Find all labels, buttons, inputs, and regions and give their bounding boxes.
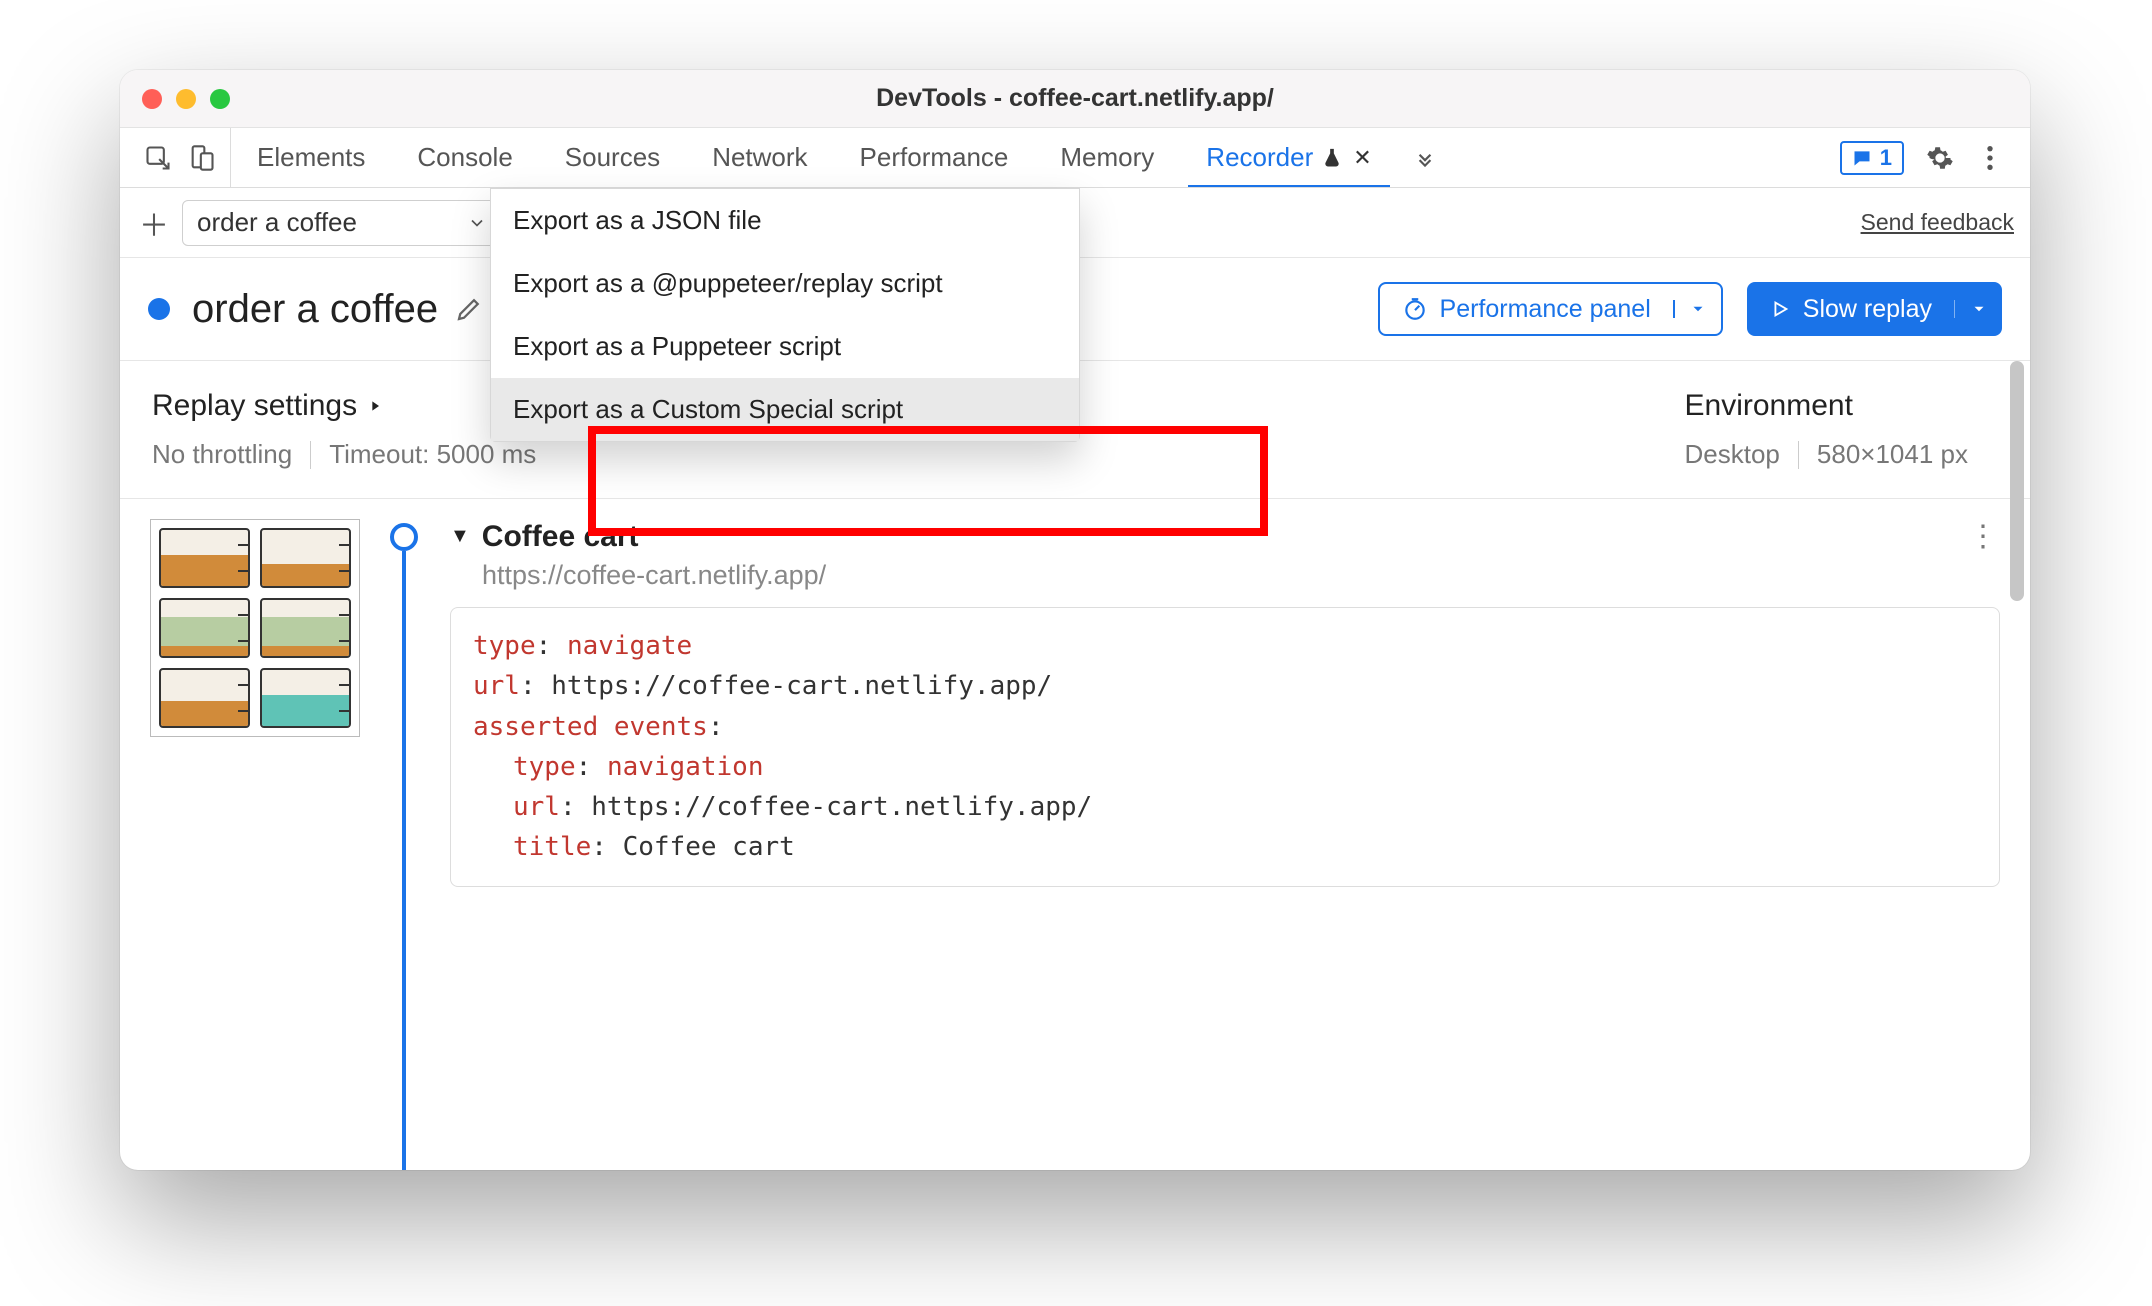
performance-panel-button[interactable]: Performance panel: [1378, 282, 1723, 336]
close-window-button[interactable]: [142, 89, 162, 109]
tab-performance[interactable]: Performance: [834, 128, 1035, 187]
performance-panel-caret[interactable]: [1673, 300, 1721, 318]
zoom-window-button[interactable]: [210, 89, 230, 109]
inspect-tools: [130, 128, 231, 187]
code-key: url: [513, 792, 560, 822]
send-feedback-link[interactable]: Send feedback: [1861, 209, 2014, 236]
minimize-window-button[interactable]: [176, 89, 196, 109]
step-url: https://coffee-cart.netlify.app/: [482, 560, 2000, 591]
edit-title-icon[interactable]: [454, 294, 484, 324]
settings-gear-icon[interactable]: [1926, 144, 1954, 172]
tab-label: Sources: [565, 142, 660, 173]
issues-badge[interactable]: 1: [1840, 141, 1904, 175]
step-disclosure-icon[interactable]: ▼: [450, 525, 470, 548]
export-puppeteer[interactable]: Export as a Puppeteer script: [491, 315, 1079, 378]
traffic-lights: [142, 89, 230, 109]
panel-tabs-row: Elements Console Sources Network Perform…: [120, 128, 2030, 188]
step-timeline: [390, 519, 420, 887]
tab-label: Elements: [257, 142, 365, 173]
slow-replay-caret[interactable]: [1954, 300, 2002, 318]
steps-area: ▼ Coffee cart ⋮ https://coffee-cart.netl…: [120, 499, 2030, 907]
issues-count: 1: [1880, 145, 1892, 171]
recording-status-dot: [148, 298, 170, 320]
inspect-element-icon[interactable]: [144, 144, 172, 172]
device-toolbar-icon[interactable]: [188, 144, 216, 172]
code-val: navigation: [607, 752, 764, 782]
window-title: DevTools - coffee-cart.netlify.app/: [120, 84, 2030, 113]
scrollbar[interactable]: [2010, 361, 2024, 601]
tab-elements[interactable]: Elements: [231, 128, 391, 187]
panel-tabs: Elements Console Sources Network Perform…: [231, 128, 1824, 187]
tab-label: Performance: [860, 142, 1009, 173]
code-key: title: [513, 832, 591, 862]
tab-console[interactable]: Console: [391, 128, 538, 187]
code-val: navigate: [567, 631, 692, 661]
environment-label: Environment: [1685, 389, 1853, 423]
step-menu-icon[interactable]: ⋮: [1968, 519, 2000, 554]
divider: [310, 441, 311, 469]
throttling-value: No throttling: [152, 439, 292, 470]
code-val: Coffee cart: [623, 832, 795, 862]
titlebar: DevTools - coffee-cart.netlify.app/: [120, 70, 2030, 128]
chevron-down-icon: [467, 213, 487, 233]
code-key: url: [473, 671, 520, 701]
code-val: https://coffee-cart.netlify.app/: [551, 671, 1052, 701]
divider: [1798, 441, 1799, 469]
close-tab-icon[interactable]: ✕: [1353, 145, 1371, 171]
export-puppeteer-replay[interactable]: Export as a @puppeteer/replay script: [491, 252, 1079, 315]
tab-label: Memory: [1060, 142, 1154, 173]
step-marker: [390, 523, 418, 551]
device-value: Desktop: [1685, 439, 1780, 470]
recording-picker[interactable]: order a coffee: [182, 200, 502, 246]
screenshot-thumbnail[interactable]: [150, 519, 360, 887]
button-label: Slow replay: [1803, 295, 1932, 324]
tab-sources[interactable]: Sources: [539, 128, 686, 187]
code-key: type: [473, 631, 536, 661]
slow-replay-button[interactable]: Slow replay: [1747, 282, 2002, 336]
tab-label: Network: [712, 142, 807, 173]
button-label: Performance panel: [1440, 295, 1651, 324]
tab-memory[interactable]: Memory: [1034, 128, 1180, 187]
toolbar-right: 1: [1824, 128, 2020, 187]
tab-recorder[interactable]: Recorder ✕: [1180, 128, 1397, 187]
recording-title: order a coffee: [192, 287, 438, 332]
recording-picker-label: order a coffee: [197, 207, 453, 238]
export-custom-special[interactable]: Export as a Custom Special script: [491, 378, 1079, 441]
tab-label: Console: [417, 142, 512, 173]
code-key: asserted events: [473, 712, 708, 742]
new-recording-button[interactable]: ＋: [136, 205, 172, 241]
code-val: https://coffee-cart.netlify.app/: [591, 792, 1092, 822]
viewport-value: 580×1041 px: [1817, 439, 1968, 470]
section-label: Replay settings: [152, 389, 357, 423]
step-title: Coffee cart: [482, 520, 639, 554]
timeout-value: Timeout: 5000 ms: [329, 439, 536, 470]
replay-settings-toggle[interactable]: Replay settings: [152, 389, 536, 423]
tab-label: Recorder: [1206, 142, 1313, 173]
flask-icon: [1321, 147, 1343, 169]
devtools-window: DevTools - coffee-cart.netlify.app/ Elem…: [120, 70, 2030, 1170]
more-tabs-button[interactable]: [1398, 128, 1452, 187]
export-menu: Export as a JSON file Export as a @puppe…: [490, 188, 1080, 442]
step-code-card: type: navigate url: https://coffee-cart.…: [450, 607, 2000, 887]
export-json[interactable]: Export as a JSON file: [491, 189, 1079, 252]
tab-network[interactable]: Network: [686, 128, 833, 187]
kebab-menu-icon[interactable]: [1976, 144, 2004, 172]
recording-header: order a coffee Export as a JSON file Exp…: [120, 258, 2030, 361]
code-key: type: [513, 752, 576, 782]
